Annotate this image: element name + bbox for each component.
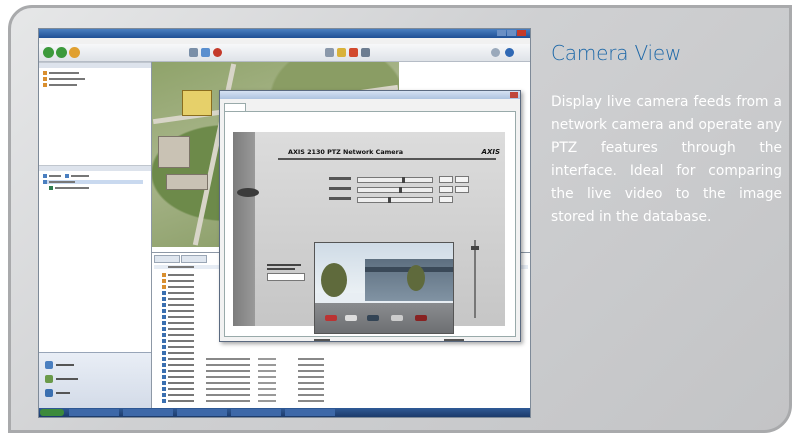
pan-slider-row xyxy=(329,176,479,183)
tree-row-selected xyxy=(43,180,143,184)
table-row xyxy=(154,399,528,403)
table-row xyxy=(154,381,528,385)
tilt-slider-row xyxy=(329,186,479,193)
section-header xyxy=(39,63,151,68)
shortcut-item xyxy=(45,361,74,369)
home-icon xyxy=(69,47,80,58)
video-car xyxy=(391,315,403,321)
taskbar-button xyxy=(285,409,335,416)
map-building xyxy=(182,90,212,116)
close-icon xyxy=(510,92,518,98)
zoom-slider-row xyxy=(329,196,479,203)
app-screenshot: AXIS 2130 PTZ Network Camera AXIS xyxy=(38,28,531,418)
camera-window-title-bar xyxy=(220,91,520,99)
camera-tool-icon xyxy=(201,48,210,57)
table-row xyxy=(154,375,528,379)
start-button xyxy=(40,409,64,416)
layers-icon xyxy=(325,48,334,57)
shortcut-item xyxy=(45,389,70,397)
zoom-button xyxy=(439,196,453,203)
shortcut-item xyxy=(45,375,78,383)
video-car xyxy=(415,315,427,321)
axis-sidebar xyxy=(233,132,255,326)
feature-heading: Camera View xyxy=(551,41,682,65)
minimize-icon xyxy=(497,30,506,36)
grid-tab xyxy=(154,255,180,263)
zoom-label xyxy=(329,197,351,200)
maximize-icon xyxy=(507,30,516,36)
tree-row xyxy=(43,71,79,75)
taskbar-button xyxy=(177,409,227,416)
video-tree xyxy=(321,263,347,297)
close-icon xyxy=(517,30,526,36)
window-controls xyxy=(496,30,526,38)
sites-section xyxy=(39,165,151,352)
pan-button xyxy=(439,176,453,183)
section-header xyxy=(39,166,151,171)
grid-tabs xyxy=(154,255,208,263)
pan-label xyxy=(329,177,351,180)
taskbar-button xyxy=(231,409,281,416)
table-row xyxy=(154,345,528,349)
feature-card: AXIS 2130 PTZ Network Camera AXIS Camera… xyxy=(8,5,792,433)
os-taskbar xyxy=(39,408,530,417)
zoom-slider xyxy=(357,197,433,203)
table-row xyxy=(154,387,528,391)
map-building xyxy=(158,136,190,168)
table-row xyxy=(154,357,528,361)
table-row xyxy=(154,369,528,373)
table-row xyxy=(154,393,528,397)
live-video-feed xyxy=(314,242,454,334)
draw-tool-icon xyxy=(189,48,198,57)
tilt-button xyxy=(455,186,469,193)
pan-button xyxy=(455,176,469,183)
tree-row xyxy=(43,77,85,81)
preset-select xyxy=(267,273,305,281)
app-toolbar xyxy=(39,44,530,62)
tilt-slider xyxy=(357,187,433,193)
stop-icon xyxy=(213,48,222,57)
camera-model-label: AXIS 2130 PTZ Network Camera xyxy=(288,148,404,156)
camera-model-title: AXIS 2130 PTZ Network Camera AXIS xyxy=(278,146,500,160)
tree-row xyxy=(49,186,89,190)
preset-position-control xyxy=(267,264,307,281)
taskbar-button xyxy=(69,409,119,416)
video-car xyxy=(345,315,357,321)
tree-row xyxy=(43,174,89,178)
shortcuts-panel xyxy=(39,352,151,409)
taskbar-button xyxy=(123,409,173,416)
axis-badge xyxy=(237,188,259,197)
export-icon xyxy=(349,48,358,57)
video-bottom-controls xyxy=(314,337,474,343)
table-row xyxy=(154,351,528,355)
tilt-label xyxy=(329,187,351,190)
axis-logo: AXIS xyxy=(481,148,500,156)
camera-web-page: AXIS 2130 PTZ Network Camera AXIS xyxy=(224,111,516,341)
tree-row xyxy=(43,83,77,87)
forward-icon xyxy=(56,47,67,58)
video-tree xyxy=(407,265,425,291)
print-icon xyxy=(361,48,370,57)
grid-tab xyxy=(181,255,207,263)
app-title-bar xyxy=(39,29,530,38)
tilt-button xyxy=(439,186,453,193)
navigation-pane xyxy=(39,62,152,409)
vertical-zoom-bar xyxy=(471,240,479,318)
camera-view-window: AXIS 2130 PTZ Network Camera AXIS xyxy=(219,90,521,342)
video-car xyxy=(325,315,337,321)
video-car xyxy=(367,315,379,321)
layers-section xyxy=(39,62,151,165)
help-icon xyxy=(505,48,514,57)
table-row xyxy=(154,363,528,367)
back-icon xyxy=(43,47,54,58)
map-building xyxy=(166,174,208,190)
folder-icon xyxy=(337,48,346,57)
pan-slider xyxy=(357,177,433,183)
axis-camera-page: AXIS 2130 PTZ Network Camera AXIS xyxy=(233,132,505,341)
search-icon xyxy=(491,48,500,57)
feature-description: Display live camera feeds from a network… xyxy=(551,94,782,225)
